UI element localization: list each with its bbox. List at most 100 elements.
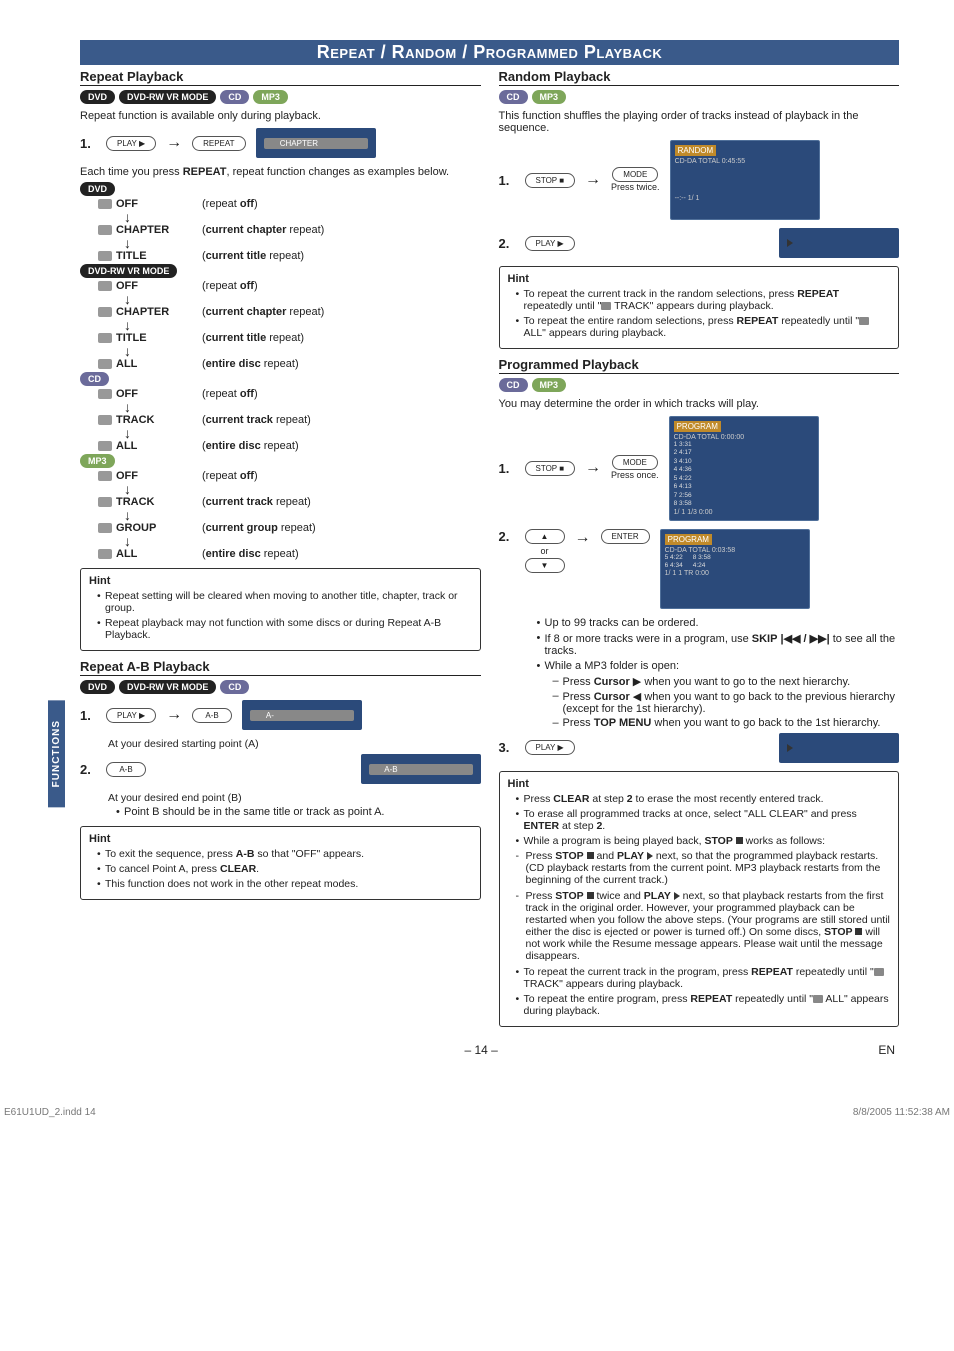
badge-cd: CD	[80, 372, 109, 386]
hint-item: While a program is being played back, ST…	[516, 835, 891, 847]
play-button: PLAY ▶	[106, 136, 156, 151]
badge-mp3: MP3	[80, 454, 115, 468]
badge-dvd-rw-vr-mode: DVD-RW VR MODE	[80, 264, 177, 278]
osd-text: CHAPTER	[280, 139, 318, 148]
down-arrow-icon: ↓	[124, 402, 481, 412]
arrow-icon: →	[585, 459, 601, 477]
press-once-note: Press once.	[611, 470, 659, 480]
flow-row: CHAPTER(current chapter repeat)	[98, 224, 481, 236]
prog-bullet: While a MP3 folder is open:	[537, 660, 900, 672]
badge-dvdrw: DVD-RW VR MODE	[119, 680, 216, 694]
flow-row: OFF(repeat off)	[98, 388, 481, 400]
hint-item: Repeat playback may not function with so…	[97, 617, 472, 641]
osd-line: CD-DA TOTAL 0:45:55	[675, 158, 815, 165]
section-repeat-playback: Repeat Playback	[80, 69, 481, 86]
flow-desc: (repeat off)	[202, 388, 258, 400]
step-number: 3.	[499, 740, 515, 755]
random-step1: 1. STOP ■ → MODE Press twice. RANDOM CD-…	[499, 140, 900, 220]
ab-step2-bullet: Point B should be in the same title or t…	[116, 806, 481, 818]
repeat-icon	[98, 441, 112, 451]
badge-cd: CD	[220, 90, 249, 104]
play-icon	[787, 744, 793, 752]
hint-ab: Hint To exit the sequence, press A-B so …	[80, 826, 481, 900]
prog-step2: 2. ▲ or ▼ → ENTER PROGRAM CD-DA TOTAL 0:…	[499, 529, 900, 609]
flow-label: CHAPTER	[98, 306, 188, 318]
play-icon	[787, 239, 793, 247]
osd-line: CD-DA TOTAL 0:03:58	[665, 547, 805, 554]
badge-cd: CD	[220, 680, 249, 694]
repeat-button: REPEAT	[192, 136, 245, 151]
random-intro: This function shuffles the playing order…	[499, 110, 900, 134]
flow-label: ALL	[98, 440, 188, 452]
osd-line: CD-DA TOTAL 0:00:00	[674, 434, 814, 441]
osd-line: 1/ 1 1 TR 0:00	[665, 570, 805, 577]
osd-play	[779, 228, 899, 258]
down-arrow-icon: ↓	[124, 212, 481, 222]
hint-dash: Press STOP twice and PLAY next, so that …	[516, 890, 891, 962]
badge-dvd: DVD	[80, 182, 115, 196]
play-button: PLAY ▶	[106, 708, 156, 723]
flow-desc: (current title repeat)	[202, 332, 304, 344]
repeat-icon	[98, 359, 112, 369]
hint-title: Hint	[508, 778, 891, 790]
badge-cd: CD	[499, 378, 528, 392]
flow-label: TRACK	[98, 414, 188, 426]
mode-button: MODE	[612, 455, 658, 470]
step-number: 1.	[499, 461, 515, 476]
flow-desc: (entire disc repeat)	[202, 358, 299, 370]
flow-row: OFF(repeat off)	[98, 280, 481, 292]
flow-desc: (current group repeat)	[202, 522, 316, 534]
flow-desc: (current chapter repeat)	[202, 306, 324, 318]
flow-label: ALL	[98, 358, 188, 370]
hint-item: This function does not work in the other…	[97, 878, 472, 890]
badges-ab: DVD DVD-RW VR MODE CD	[80, 680, 481, 694]
prog-sub: Press Cursor ▶ when you want to go to th…	[553, 675, 900, 688]
prog-step3: 3. PLAY ▶	[499, 733, 900, 763]
hint-item: Repeat setting will be cleared when movi…	[97, 590, 472, 614]
cursor-down-button: ▼	[525, 558, 565, 573]
enter-button: ENTER	[601, 529, 650, 544]
repeat-icon	[98, 225, 112, 235]
repeat-icon	[98, 281, 112, 291]
page-number: – 14 –	[464, 1043, 497, 1057]
repeat-icon	[98, 471, 112, 481]
down-arrow-icon: ↓	[124, 536, 481, 546]
play-button: PLAY ▶	[525, 236, 575, 251]
prog-step1: 1. STOP ■ → MODE Press once. PROGRAM CD-…	[499, 416, 900, 521]
osd-program1: PROGRAM CD-DA TOTAL 0:00:00 1 3:312 4:17…	[669, 416, 819, 521]
osd-header: PROGRAM	[665, 534, 712, 545]
osd-text: A-	[266, 711, 274, 720]
hint-item: To repeat the entire random selections, …	[516, 315, 891, 339]
down-arrow-icon: ↓	[124, 484, 481, 494]
flow-desc: (entire disc repeat)	[202, 548, 299, 560]
hint-title: Hint	[89, 575, 472, 587]
badge-mp3: MP3	[253, 90, 288, 104]
flow-row: TRACK (current track repeat)	[98, 414, 481, 426]
flow-label: TITLE	[98, 250, 188, 262]
repeat-intro: Repeat function is available only during…	[80, 110, 481, 122]
ab-step1: 1. PLAY ▶ → A-B A-	[80, 700, 481, 730]
osd-col: 8 3:58 4:24	[693, 554, 711, 571]
side-tab-functions: FUNCTIONS	[48, 700, 65, 807]
down-arrow-icon: ↓	[124, 320, 481, 330]
flow-desc: (current track repeat)	[202, 414, 311, 426]
flow-label: TITLE	[98, 332, 188, 344]
step-number: 2.	[499, 529, 515, 544]
hint-title: Hint	[508, 273, 891, 285]
ab-step2-note: At your desired end point (B)	[108, 792, 481, 804]
prog-bullet: Up to 99 tracks can be ordered.	[537, 617, 900, 629]
prog-sub: Press Cursor ◀ when you want to go back …	[553, 690, 900, 715]
osd-col: 5 4:226 4:34	[665, 554, 683, 571]
flow-row: TITLE(current title repeat)	[98, 250, 481, 262]
flow-row: TRACK(current track repeat)	[98, 496, 481, 508]
arrow-icon: →	[166, 134, 182, 152]
step-number: 1.	[80, 136, 96, 151]
down-arrow-icon: ↓	[124, 510, 481, 520]
badge-mp3: MP3	[532, 378, 567, 392]
osd-ab: A-B	[361, 754, 481, 784]
osd-header: PROGRAM	[674, 421, 721, 432]
programmed-intro: You may determine the order in which tra…	[499, 398, 900, 410]
flow-row: TITLE (current title repeat)	[98, 332, 481, 344]
down-arrow-icon: ↓	[124, 238, 481, 248]
repeat-step1: 1. PLAY ▶ → REPEAT CHAPTER	[80, 128, 481, 158]
